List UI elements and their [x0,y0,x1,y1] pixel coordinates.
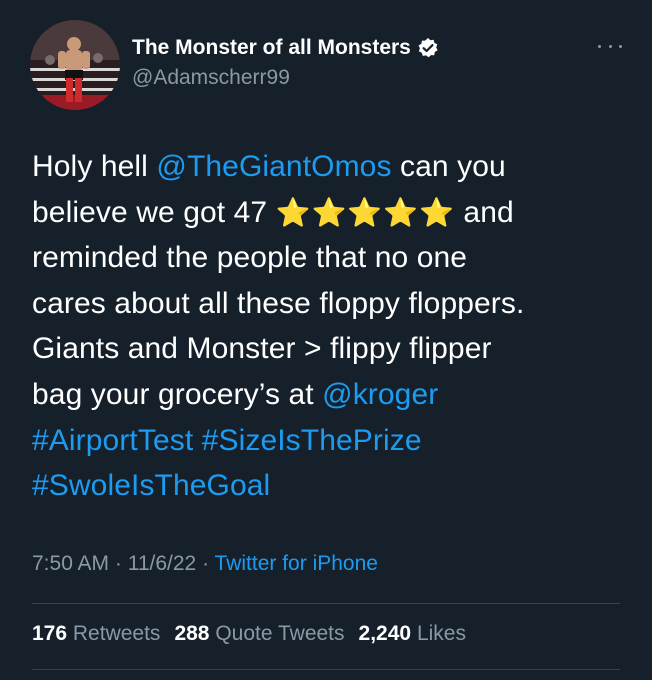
tweet-date[interactable]: 11/6/22 [128,552,197,575]
separator: · [196,552,215,575]
tweet-source-link[interactable]: Twitter for iPhone [215,552,378,575]
hashtag-link[interactable]: #SwoleIsTheGoal [32,469,270,502]
author-name-row: The Monster of all Monsters [132,34,439,62]
tweet-line: bag your grocery’s at @kroger [32,372,622,418]
tweet-text-segment: and [454,195,514,229]
tweet-text-segment: bag your grocery’s at [32,377,323,411]
mention-link[interactable]: @TheGiantOmos [156,150,391,183]
retweets-stat[interactable]: 176 Retweets [32,622,160,645]
mention-link[interactable]: @kroger [322,378,438,411]
tweet-text-segment: cares about all these floppy floppers. [32,286,525,320]
divider [32,669,620,670]
retweets-label: Retweets [72,622,161,645]
retweets-count: 176 [32,622,68,645]
tweet-text-segment: reminded the people that no one [32,241,468,275]
quote-tweets-label: Quote Tweets [215,622,345,645]
tweet-line: Holy hell @TheGiantOmos can you [32,144,622,190]
avatar-image [30,20,120,110]
hashtag-link[interactable]: #SizeIsThePrize [202,424,422,457]
avatar[interactable] [30,20,120,110]
dot [598,44,601,48]
tweet-meta: 7:50 AM · 11/6/22 · Twitter for iPhone [32,552,378,576]
dot [608,44,612,48]
tweet-text-segment [193,424,201,457]
tweet-stats: 176 Retweets 288 Quote Tweets 2,240 Likes [32,622,480,646]
likes-label: Likes [416,622,466,645]
likes-stat[interactable]: 2,240 Likes [359,622,466,645]
tweet-text-segment: can you [391,150,506,183]
quote-tweets-count: 288 [174,622,210,645]
hashtag-link[interactable]: #AirportTest [32,424,193,457]
dot [619,44,622,48]
tweet-text-segment: Holy hell [32,150,157,183]
tweet-text-segment: believe we got 47 [32,195,276,229]
tweet-text-segment: Giants and Monster > flippy flipper [32,332,492,366]
more-options-icon[interactable] [598,36,622,56]
tweet-text: Holy hell @TheGiantOmos can you believe w… [32,144,622,509]
star-emoji-icon: ⭐⭐⭐⭐⭐ [275,195,455,229]
verified-badge-icon [417,37,439,59]
tweet-line: #SwoleIsTheGoal [32,463,622,509]
tweet-line: #AirportTest #SizeIsThePrize [32,418,622,464]
likes-count: 2,240 [358,622,412,645]
tweet-line: reminded the people that no one [32,235,622,281]
tweet-line: believe we got 47 ⭐⭐⭐⭐⭐ and [32,190,622,236]
tweet-line: Giants and Monster > flippy flipper [32,326,622,372]
tweet-line: cares about all these floppy floppers. [32,281,622,327]
author-display-name[interactable]: The Monster of all Monsters [132,36,411,60]
tweet-time[interactable]: 7:50 AM [32,552,109,575]
separator: · [109,552,128,575]
divider [32,603,620,604]
author-handle[interactable]: @Adamscherr99 [132,66,290,90]
quote-tweets-stat[interactable]: 288 Quote Tweets [174,622,344,645]
